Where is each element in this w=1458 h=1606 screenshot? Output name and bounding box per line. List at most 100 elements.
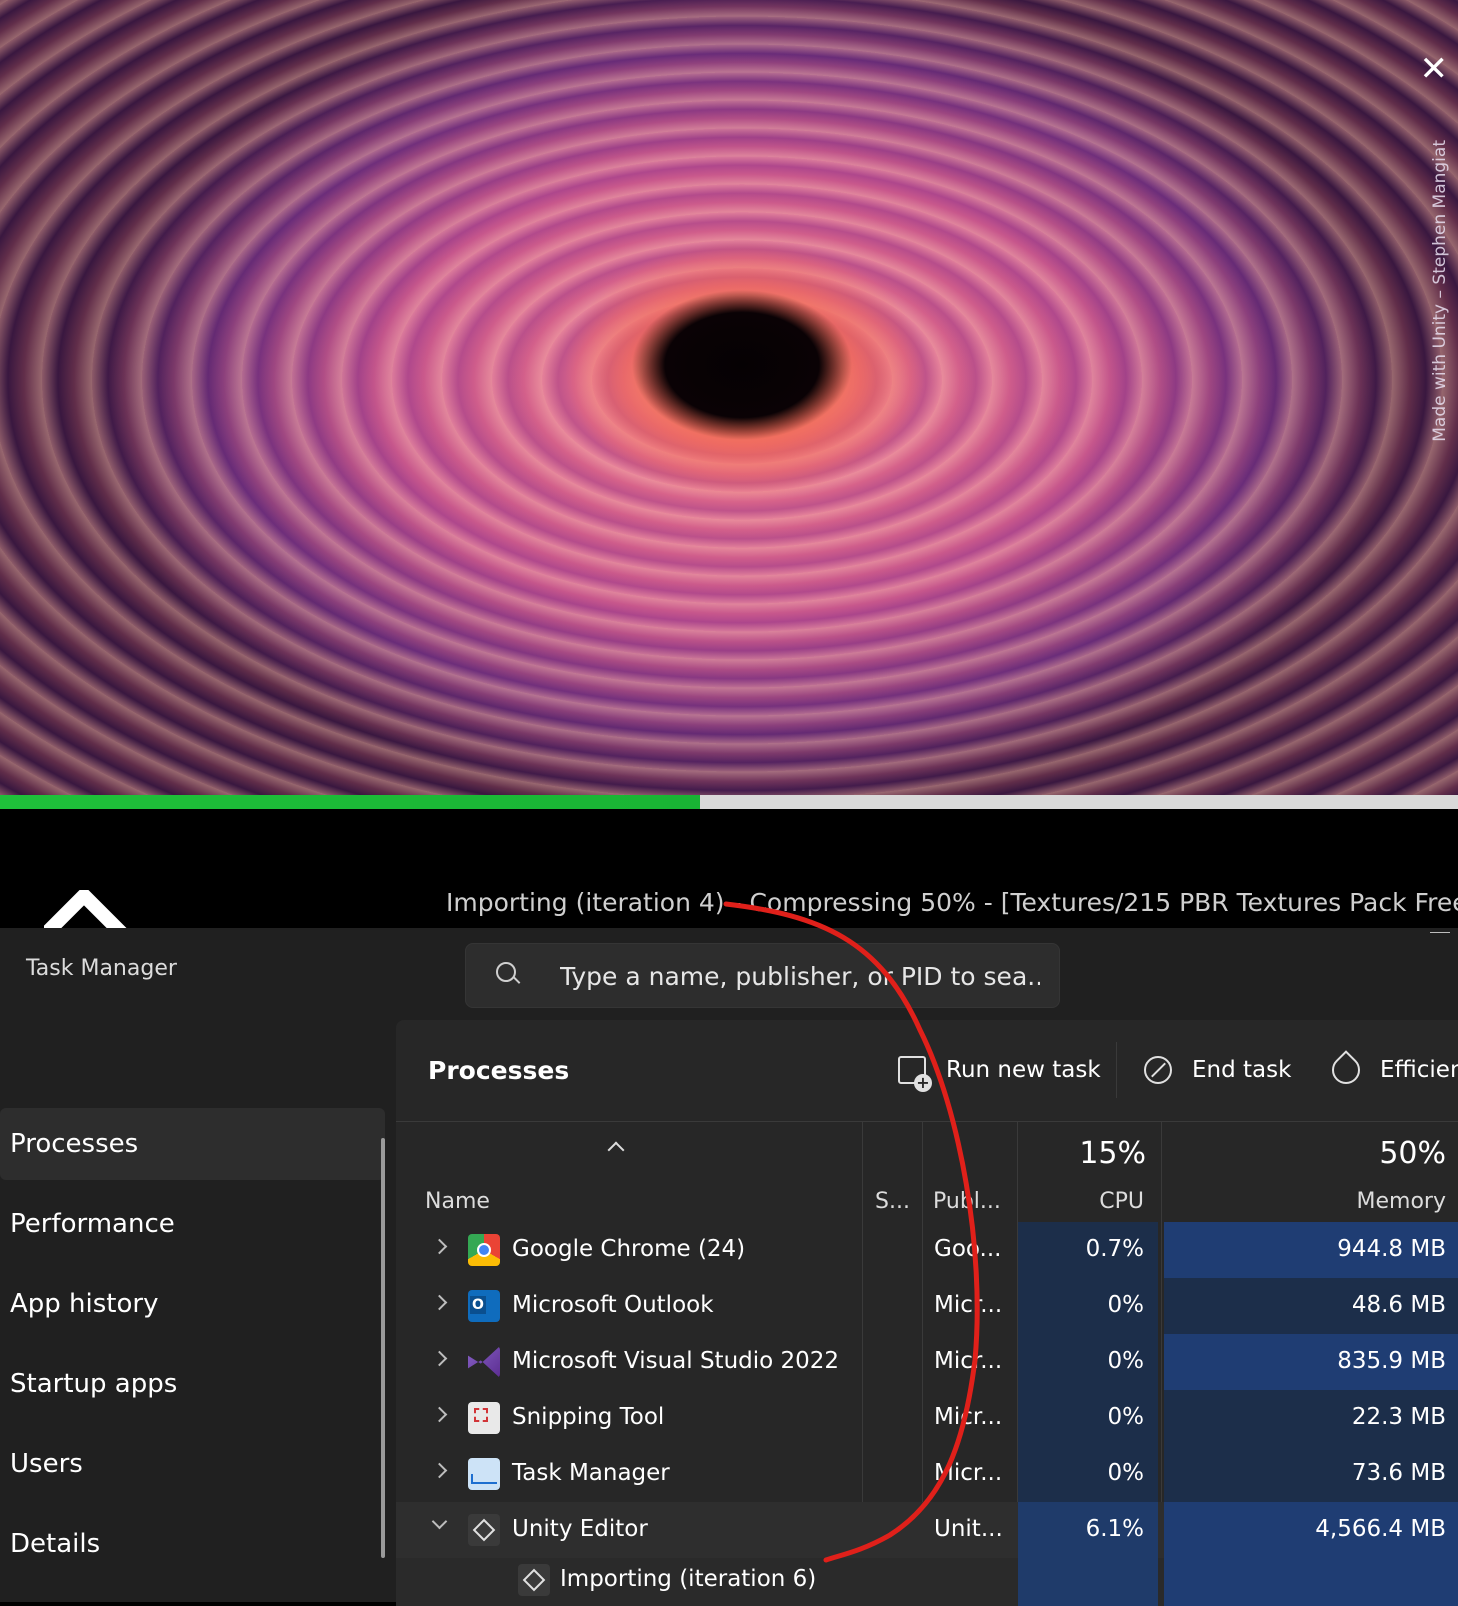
table-row[interactable]: Snipping Tool Micr... 0% 22.3 MB [396, 1390, 1458, 1446]
toolbar-divider [1116, 1042, 1117, 1098]
process-publisher: Unit... [934, 1516, 1003, 1542]
sidebar-item-label: App history [10, 1289, 159, 1319]
sidebar-item-details[interactable]: Details [0, 1508, 388, 1580]
chevron-right-icon[interactable] [431, 1294, 448, 1311]
process-name: Snipping Tool [512, 1404, 665, 1430]
sidebar-item-app-history[interactable]: App history [0, 1268, 388, 1340]
close-icon[interactable]: ✕ [1420, 52, 1449, 86]
snipping-tool-icon [468, 1402, 500, 1434]
chrome-icon [468, 1234, 500, 1266]
run-new-task-button[interactable]: Run new task [898, 1048, 1101, 1092]
sidebar-item-label: Startup apps [10, 1369, 178, 1399]
window-title: Task Manager [26, 956, 177, 981]
table-row[interactable]: Unity Editor Unit... 6.1% 4,566.4 MB [396, 1502, 1458, 1558]
table-row[interactable]: Task Manager Micr... 0% 73.6 MB [396, 1446, 1458, 1502]
process-cpu [1018, 1558, 1158, 1606]
unity-icon [518, 1564, 550, 1596]
process-cpu: 6.1% [1018, 1502, 1158, 1558]
process-memory: 73.6 MB [1164, 1446, 1458, 1502]
process-name: Google Chrome (24) [512, 1236, 746, 1262]
end-task-label: End task [1192, 1057, 1292, 1083]
process-name: Importing (iteration 6) [560, 1566, 817, 1592]
unity-logo [44, 890, 144, 930]
chevron-right-icon[interactable] [431, 1350, 448, 1367]
chevron-right-icon[interactable] [431, 1462, 448, 1479]
process-name: Microsoft Outlook [512, 1292, 714, 1318]
efficiency-mode-button[interactable]: Efficien [1326, 1048, 1458, 1092]
end-task-icon [1144, 1056, 1172, 1084]
column-header-publisher[interactable]: Publ... [923, 1122, 1017, 1222]
process-cpu: 0% [1018, 1334, 1158, 1390]
sidebar-item-label: Details [10, 1529, 101, 1559]
unity-logo-mark [44, 890, 127, 930]
process-cpu: 0% [1018, 1390, 1158, 1446]
process-publisher: Micr... [934, 1348, 1003, 1374]
efficiency-label: Efficien [1380, 1057, 1458, 1083]
sidebar-item-processes[interactable]: Processes [0, 1108, 385, 1180]
column-header-memory[interactable]: 50% Memory [1162, 1122, 1458, 1222]
sidebar-item-users[interactable]: Users [0, 1428, 388, 1500]
sidebar-scrollbar[interactable] [381, 1138, 385, 1558]
column-label: Memory [1356, 1189, 1446, 1214]
unity-splash-image: ✕ Made with Unity – Stephen Mangiat [0, 0, 1458, 795]
sidebar-item-label: Processes [10, 1129, 139, 1159]
column-label: CPU [1099, 1189, 1144, 1214]
visual-studio-icon [468, 1346, 500, 1378]
process-name: Unity Editor [512, 1516, 648, 1542]
run-task-icon [898, 1056, 932, 1092]
process-cpu: 0.7% [1018, 1222, 1158, 1278]
task-manager-icon [468, 1458, 500, 1490]
sidebar-item-label: Users [10, 1449, 83, 1479]
search-box[interactable] [465, 943, 1060, 1008]
table-row-child[interactable]: Importing (iteration 6) [396, 1558, 1458, 1606]
column-header-name[interactable]: Name [396, 1122, 862, 1222]
leaf-icon [1326, 1050, 1366, 1090]
table-row[interactable]: Google Chrome (24) Goo... 0.7% 944.8 MB [396, 1222, 1458, 1278]
task-manager-window: Task Manager Processes Performance App h… [0, 928, 1458, 1606]
process-name: Microsoft Visual Studio 2022 [512, 1348, 840, 1374]
process-list: Google Chrome (24) Goo... 0.7% 944.8 MB … [396, 1222, 1458, 1606]
process-cpu: 0% [1018, 1278, 1158, 1334]
import-progress-bar [0, 795, 1458, 809]
column-header-status[interactable]: S... [863, 1122, 921, 1222]
splash-credit: Made with Unity – Stephen Mangiat [1430, 140, 1450, 442]
import-status-text: Importing (iteration 4) - Compressing 50… [446, 888, 1458, 917]
end-task-button[interactable]: End task [1144, 1048, 1291, 1092]
process-memory: 22.3 MB [1164, 1390, 1458, 1446]
chevron-down-icon[interactable] [431, 1513, 448, 1530]
cpu-total: 15% [1079, 1136, 1146, 1171]
chevron-right-icon[interactable] [431, 1238, 448, 1255]
chevron-right-icon[interactable] [431, 1406, 448, 1423]
process-memory: 944.8 MB [1164, 1222, 1458, 1278]
process-memory: 835.9 MB [1164, 1334, 1458, 1390]
column-label: Name [425, 1189, 490, 1214]
sidebar-nav: Processes Performance App history Startu… [0, 1108, 388, 1588]
import-progress-fill [0, 795, 700, 809]
sidebar-item-performance[interactable]: Performance [0, 1188, 388, 1260]
column-header-cpu[interactable]: 15% CPU [1018, 1122, 1158, 1222]
page-title: Processes [428, 1056, 570, 1085]
process-publisher: Goo... [934, 1236, 1002, 1262]
process-name: Task Manager [512, 1460, 670, 1486]
process-publisher: Micr... [934, 1460, 1003, 1486]
table-row[interactable]: Microsoft Visual Studio 2022 Micr... 0% … [396, 1334, 1458, 1390]
outlook-icon [468, 1290, 500, 1322]
search-input[interactable] [558, 957, 1042, 995]
memory-total: 50% [1379, 1136, 1446, 1171]
sidebar-item-startup-apps[interactable]: Startup apps [0, 1348, 388, 1420]
process-memory: 4,566.4 MB [1164, 1502, 1458, 1558]
process-publisher: Micr... [934, 1404, 1003, 1430]
run-new-task-label: Run new task [946, 1057, 1101, 1083]
process-cpu: 0% [1018, 1446, 1158, 1502]
process-memory [1164, 1558, 1458, 1606]
sidebar-item-label: Performance [10, 1209, 175, 1239]
process-memory: 48.6 MB [1164, 1278, 1458, 1334]
minimize-button[interactable] [1430, 932, 1450, 933]
table-row[interactable]: Microsoft Outlook Micr... 0% 48.6 MB [396, 1278, 1458, 1334]
search-icon [496, 962, 516, 982]
process-publisher: Micr... [934, 1292, 1003, 1318]
processes-panel: Processes Run new task End task Efficien… [396, 1020, 1458, 1606]
unity-icon [468, 1514, 500, 1546]
column-label: Publ... [933, 1189, 1001, 1214]
column-label: S... [875, 1189, 910, 1214]
